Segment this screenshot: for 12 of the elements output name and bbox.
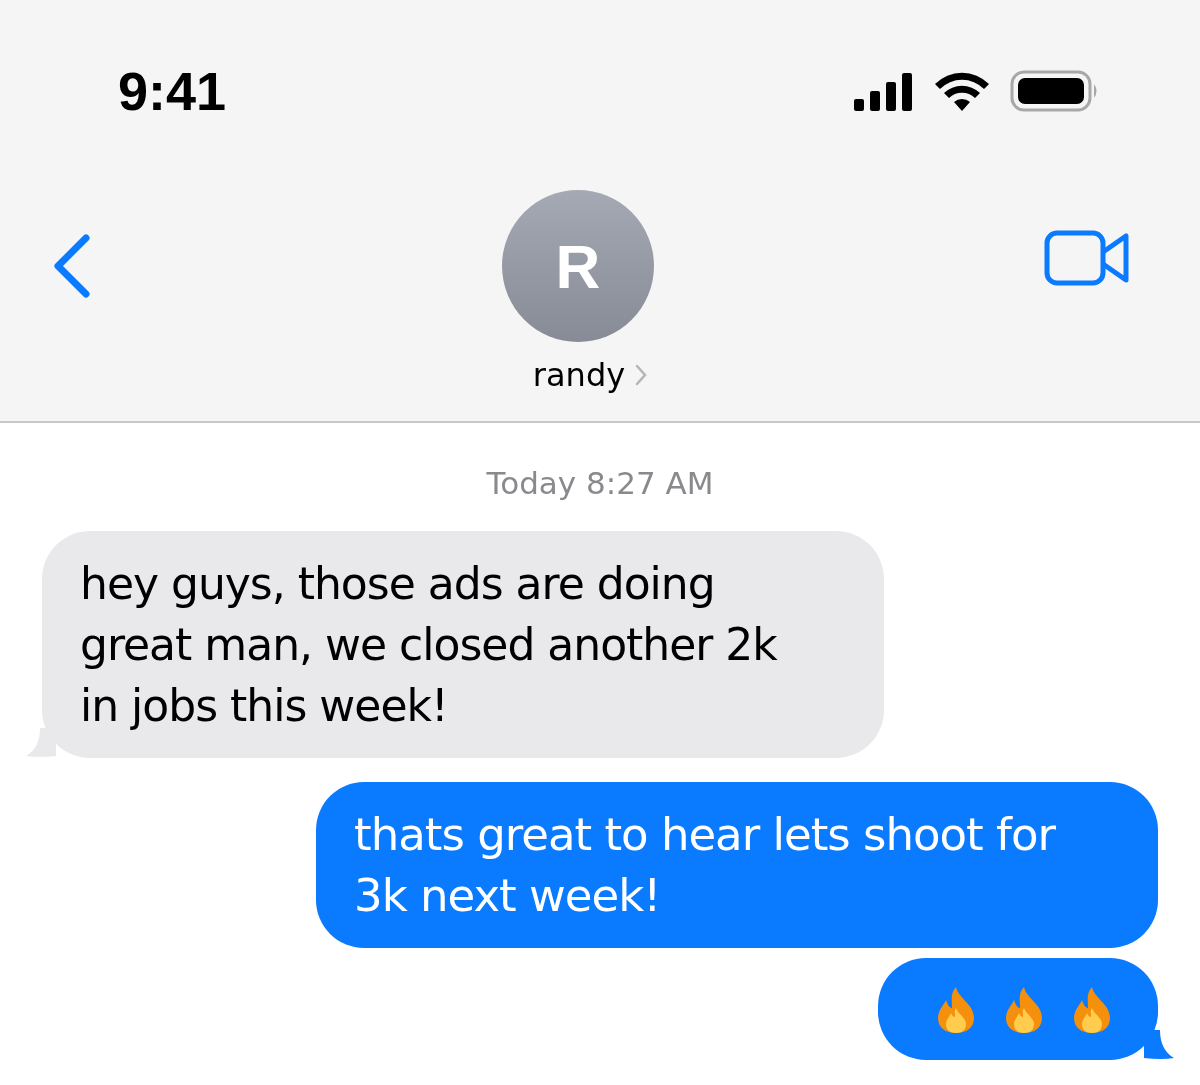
fire-icon [1072,986,1112,1034]
sent-message: thats great to hear lets shoot for 3k next week! [316,782,1158,948]
fire-icon [936,986,976,1034]
video-camera-icon[interactable] [1044,230,1130,286]
contact-name[interactable]: randy [532,356,626,394]
fire-icon [1004,986,1044,1034]
wifi-icon [934,71,990,111]
back-icon[interactable] [52,234,92,298]
status-time: 9:41 [118,60,227,122]
message-timestamp: Today 8:27 AM [485,465,715,501]
chevron-icon [635,364,648,386]
signal-icon [854,71,914,111]
